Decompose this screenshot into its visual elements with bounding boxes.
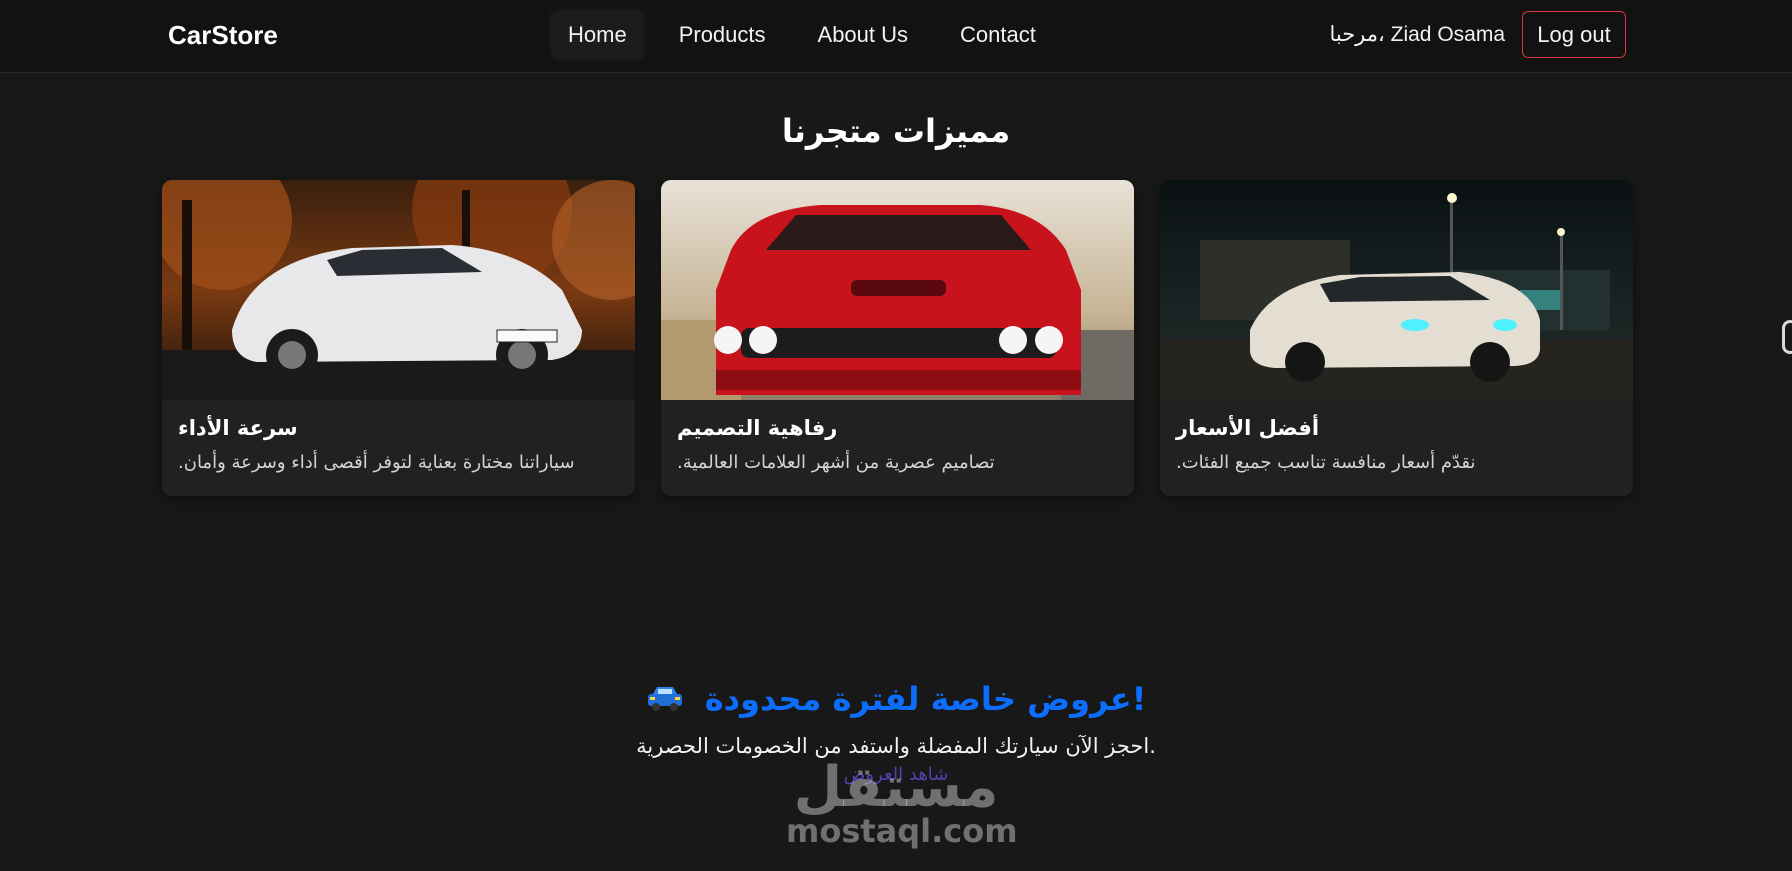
feature-card-performance: سرعة الأداء سياراتنا مختارة بعناية لتوفر… xyxy=(162,180,635,496)
view-offers-link[interactable]: شاهد العروض xyxy=(844,764,949,785)
features-title: مميزات متجرنا xyxy=(781,112,1011,150)
card-text: نقدّم أسعار منافسة تناسب جميع الفئات. xyxy=(1176,452,1476,473)
card-image-red-car xyxy=(661,180,1134,400)
offers-section: عروض خاصة لفترة محدودة! احجز الآن سيارتك… xyxy=(0,680,1792,785)
car-icon xyxy=(646,682,684,720)
brand-logo[interactable]: CarStore xyxy=(168,20,278,51)
card-body: رفاهية التصميم تصاميم عصرية من أشهر العل… xyxy=(661,416,1134,473)
card-title: أفضل الأسعار xyxy=(1176,416,1320,440)
card-title: رفاهية التصميم xyxy=(677,416,838,440)
watermark-latin: mostaql.com xyxy=(786,812,1018,850)
card-image-white-sedan xyxy=(1160,180,1633,400)
card-body: سرعة الأداء سياراتنا مختارة بعناية لتوفر… xyxy=(162,416,635,473)
scroll-edge-indicator xyxy=(1782,320,1792,354)
nav-about-us[interactable]: About Us xyxy=(802,11,925,59)
offer-title: عروض خاصة لفترة محدودة! xyxy=(704,680,1147,718)
navbar: CarStore Home Products About Us Contact … xyxy=(0,0,1792,73)
offer-text: احجز الآن سيارتك المفضلة واستفد من الخصو… xyxy=(636,734,1156,758)
card-body: أفضل الأسعار نقدّم أسعار منافسة تناسب جم… xyxy=(1160,416,1633,473)
nav-products[interactable]: Products xyxy=(663,11,782,59)
feature-card-prices: أفضل الأسعار نقدّم أسعار منافسة تناسب جم… xyxy=(1160,180,1633,496)
nav-links: Home Products About Us Contact xyxy=(552,11,1072,59)
card-text: سياراتنا مختارة بعناية لتوفر أقصى أداء و… xyxy=(178,452,575,473)
user-greeting: مرحبا، Ziad Osama xyxy=(1329,23,1505,46)
card-image-white-coupe xyxy=(162,180,635,400)
card-text: تصاميم عصرية من أشهر العلامات العالمية. xyxy=(677,452,995,473)
feature-card-design: رفاهية التصميم تصاميم عصرية من أشهر العل… xyxy=(661,180,1134,496)
nav-contact[interactable]: Contact xyxy=(944,11,1052,59)
card-title: سرعة الأداء xyxy=(178,416,298,440)
logout-button[interactable]: Log out xyxy=(1522,11,1626,58)
offer-title-row: عروض خاصة لفترة محدودة! xyxy=(0,680,1792,720)
nav-home[interactable]: Home xyxy=(552,11,643,59)
